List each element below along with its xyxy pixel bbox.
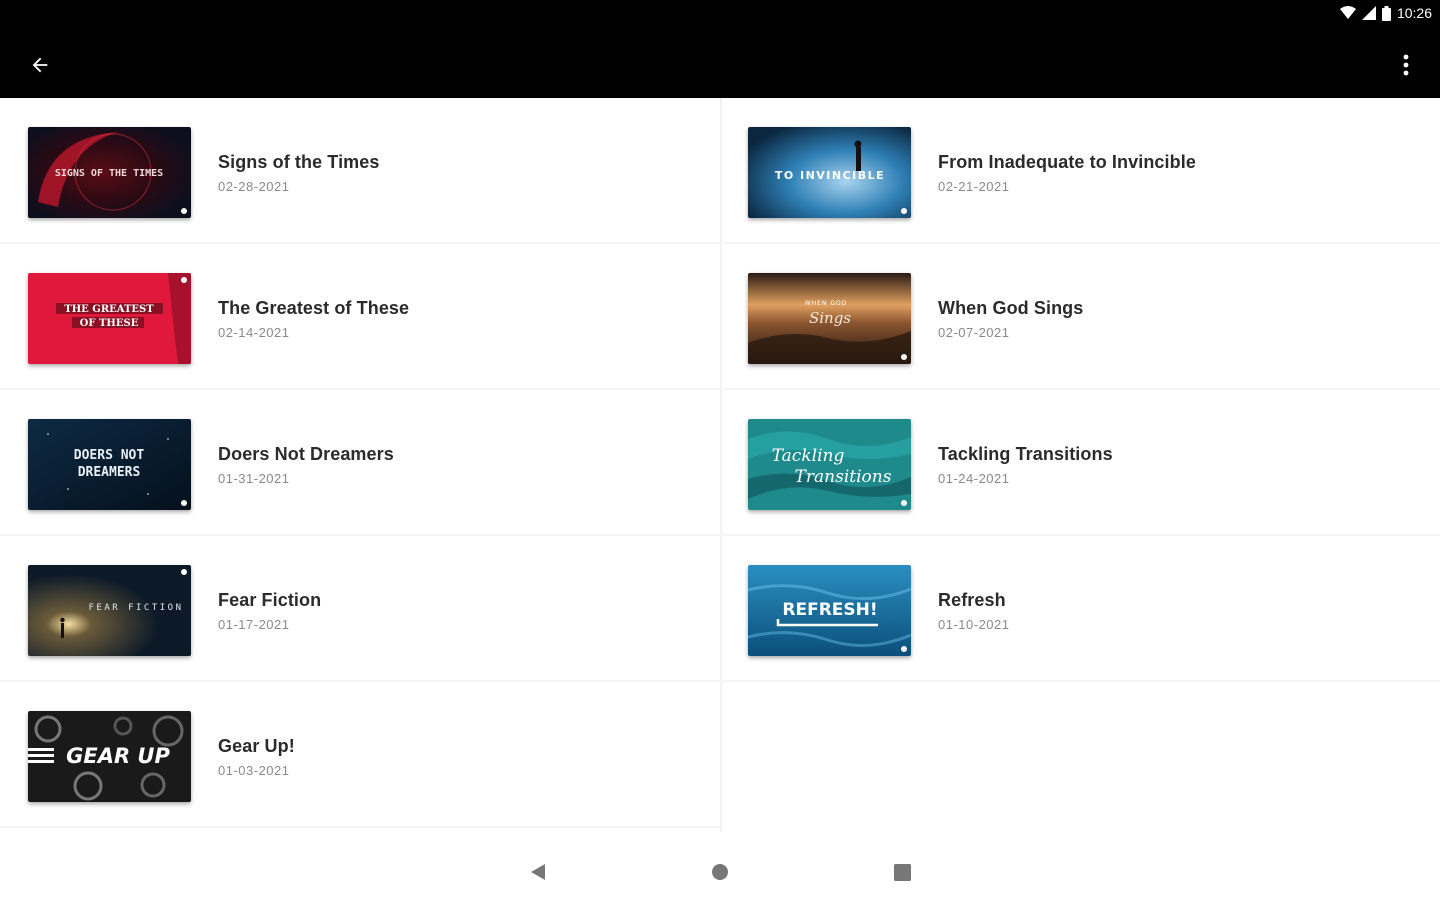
thumb-dot <box>901 646 907 652</box>
sermon-title: When God Sings <box>938 298 1084 318</box>
sermon-date: 01-10-2021 <box>938 617 1010 632</box>
svg-text:SIGNS OF THE TIMES: SIGNS OF THE TIMES <box>55 168 163 179</box>
sermon-item-when-god-sings[interactable]: WHEN GOD Sings When God Sings 02-07-2021 <box>720 244 1440 390</box>
row-divider <box>720 680 1440 682</box>
sermon-date: 02-28-2021 <box>218 179 290 194</box>
svg-text:OF THESE: OF THESE <box>80 318 139 329</box>
thumb-dot <box>901 500 907 506</box>
sermon-item-signs-of-the-times[interactable]: SIGNS OF THE TIMES Signs of the Times 02… <box>0 98 720 244</box>
svg-text:Sings: Sings <box>809 309 851 327</box>
svg-text:FEAR FICTION: FEAR FICTION <box>88 603 183 613</box>
wifi-icon <box>1339 6 1356 20</box>
nav-recents-icon <box>893 863 911 881</box>
svg-text:Transitions: Transitions <box>795 467 892 487</box>
thumb-dot <box>181 208 187 214</box>
sermon-title: Gear Up! <box>218 736 295 756</box>
sermon-date: 01-17-2021 <box>218 617 290 632</box>
nav-back-button[interactable] <box>526 860 550 884</box>
sermon-title: Refresh <box>938 590 1006 610</box>
nav-home-button[interactable] <box>708 860 732 884</box>
sermon-item-the-greatest-of-these[interactable]: THE GREATEST OF THESE The Greatest of Th… <box>0 244 720 390</box>
back-button[interactable] <box>22 47 58 83</box>
thumb-dot <box>901 208 907 214</box>
row-divider <box>0 826 720 828</box>
battery-icon <box>1381 5 1391 21</box>
thumb-dot <box>181 277 187 283</box>
svg-text:THE GREATEST: THE GREATEST <box>64 304 154 315</box>
sermon-thumbnail: TO INVINCIBLE <box>748 127 911 218</box>
sermon-date: 01-24-2021 <box>938 471 1010 486</box>
sermon-thumbnail: SIGNS OF THE TIMES <box>28 127 191 218</box>
sermon-item-refresh[interactable]: REFRESH! Refresh 01-10-2021 <box>720 536 1440 682</box>
nav-recents-button[interactable] <box>890 860 914 884</box>
status-bar: 10:26 <box>0 0 1440 28</box>
sermon-item-gear-up[interactable]: GEAR UP Gear Up! 01-03-2021 <box>0 682 720 828</box>
system-nav-bar <box>0 832 1440 900</box>
svg-text:GEAR UP: GEAR UP <box>66 744 170 768</box>
thumb-dot <box>181 500 187 506</box>
sermon-title: From Inadequate to Invincible <box>938 152 1196 172</box>
sermon-thumbnail: REFRESH! <box>748 565 911 656</box>
sermon-item-from-inadequate-to-invincible[interactable]: TO INVINCIBLE From Inadequate to Invinci… <box>720 98 1440 244</box>
sermon-thumbnail: WHEN GOD Sings <box>748 273 911 364</box>
thumb-dot <box>901 354 907 360</box>
nav-home-icon <box>711 863 729 881</box>
sermon-date: 01-03-2021 <box>218 763 290 778</box>
sermon-thumbnail: Tackling Transitions <box>748 419 911 510</box>
svg-text:DOERS NOT: DOERS NOT <box>74 448 145 463</box>
sermon-date: 02-14-2021 <box>218 325 290 340</box>
sermon-thumbnail: THE GREATEST OF THESE <box>28 273 191 364</box>
sermon-date: 01-31-2021 <box>218 471 290 486</box>
sermon-title: The Greatest of These <box>218 298 410 318</box>
svg-text:WHEN GOD: WHEN GOD <box>805 300 848 307</box>
sermon-thumbnail: DOERS NOT DREAMERS <box>28 419 191 510</box>
sermon-list: SIGNS OF THE TIMES Signs of the Times 02… <box>0 98 1440 832</box>
svg-text:DREAMERS: DREAMERS <box>78 465 141 480</box>
svg-text:REFRESH!: REFRESH! <box>782 600 877 620</box>
sermon-thumbnail: FEAR FICTION <box>28 565 191 656</box>
sermon-item-fear-fiction[interactable]: FEAR FICTION Fear Fiction 01-17-2021 <box>0 536 720 682</box>
sermon-title: Tackling Transitions <box>938 444 1113 464</box>
signal-icon <box>1361 6 1376 20</box>
sermon-item-tackling-transitions[interactable]: Tackling Transitions Tackling Transition… <box>720 390 1440 536</box>
sermon-date: 02-21-2021 <box>938 179 1010 194</box>
sermon-thumbnail: GEAR UP <box>28 711 191 802</box>
more-vert-icon <box>1403 54 1409 76</box>
sermon-title: Signs of the Times <box>218 152 380 172</box>
svg-text:TO INVINCIBLE: TO INVINCIBLE <box>775 169 885 182</box>
sermon-date: 02-07-2021 <box>938 325 1010 340</box>
thumb-dot <box>181 569 187 575</box>
status-time: 10:26 <box>1396 5 1432 21</box>
sermon-item-doers-not-dreamers[interactable]: DOERS NOT DREAMERS Doers Not Dreamers 01… <box>0 390 720 536</box>
svg-text:Tackling: Tackling <box>772 446 845 466</box>
sermon-title: Doers Not Dreamers <box>218 444 394 464</box>
arrow-back-icon <box>29 54 51 76</box>
nav-back-icon <box>529 862 547 882</box>
sermon-title: Fear Fiction <box>218 590 322 610</box>
status-icons: 10:26 <box>1339 5 1432 21</box>
app-bar <box>0 28 1440 98</box>
overflow-menu-button[interactable] <box>1388 47 1424 83</box>
